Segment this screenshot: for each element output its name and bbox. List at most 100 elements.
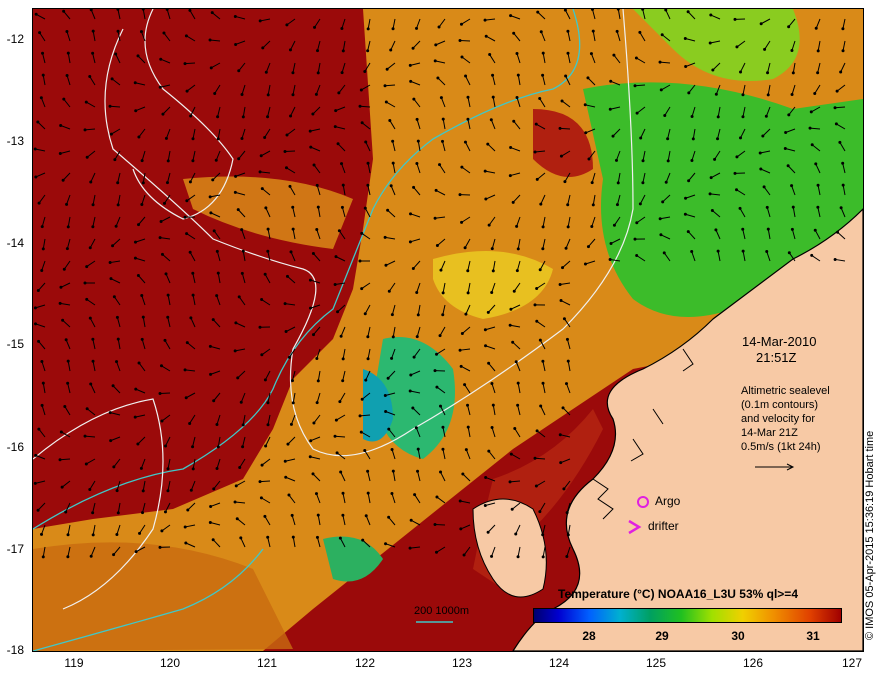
velocity-arrow-head [383,393,387,397]
velocity-arrow-head [616,181,620,185]
velocity-arrow [167,458,171,469]
velocity-arrow-head [490,247,494,251]
velocity-arrow [92,339,96,350]
velocity-arrow-head [813,92,817,96]
velocity-arrow-head [266,227,270,231]
velocity-arrow [135,414,146,418]
velocity-arrow-head [109,277,113,281]
velocity-arrow-head [289,422,293,426]
date-label: 14-Mar-2010 [742,334,817,349]
velocity-arrow-head [66,359,70,363]
velocity-arrow-head [40,359,44,363]
velocity-arrow-head [662,251,666,255]
velocity-arrow-head [535,429,539,433]
velocity-arrow-head [189,114,193,118]
map-frame[interactable] [32,8,864,652]
velocity-arrow-head [713,157,717,161]
velocity-arrow-head [240,228,244,232]
velocity-arrow-head [708,192,712,196]
velocity-arrow-head [285,274,289,278]
velocity-arrow-head [34,453,38,457]
velocity-arrow [163,32,171,42]
velocity-arrow-head [486,310,490,314]
velocity-arrow-head [839,206,843,210]
velocity-arrow-head [411,46,415,50]
velocity-arrow-head [60,485,64,489]
velocity-arrow-head [84,100,88,104]
velocity-arrow [89,317,96,328]
velocity-arrow-head [683,37,687,41]
velocity-arrow [216,458,221,469]
velocity-arrow-head [638,30,642,34]
velocity-arrow-head [790,227,794,231]
velocity-arrow [66,75,71,86]
velocity-arrow-head [490,554,494,558]
velocity-arrow [165,273,171,284]
velocity-arrow-head [512,31,516,35]
velocity-arrow-head [134,550,138,554]
velocity-arrow-head [38,31,42,35]
velocity-arrow-head [233,14,237,18]
info-line: 0.5m/s (1kt 24h) [741,441,821,453]
velocity-arrow-head [166,489,170,493]
velocity-arrow-head [215,467,219,471]
velocity-arrow-head [116,9,120,11]
velocity-arrow-head [308,278,312,282]
velocity-arrow-head [566,533,570,537]
velocity-arrow [111,78,121,86]
velocity-arrow-head [83,434,87,438]
velocity-arrow-head [116,29,120,33]
velocity-arrow [365,141,371,152]
velocity-arrow-head [338,400,342,404]
velocity-arrow-head [810,253,814,257]
velocity-arrow-head [212,487,216,491]
velocity-arrow-head [660,33,664,37]
velocity-arrow-head [509,14,513,18]
velocity-arrow-head [816,71,820,75]
velocity-arrow-head [66,51,70,55]
velocity-arrow-head [539,404,543,408]
velocity-arrow [214,84,221,94]
velocity-arrow [235,40,246,45]
velocity-arrow-head [316,379,320,383]
velocity-arrow-head [89,382,93,386]
velocity-arrow-head [363,312,367,316]
velocity-arrow-head [89,9,93,12]
velocity-arrow-head [487,223,491,227]
velocity-arrow-head [383,84,387,88]
velocity-arrow-head [586,245,590,249]
velocity-arrow-head [436,76,440,80]
velocity-arrow-head [85,297,89,301]
velocity-arrow-head [435,385,439,389]
velocity-arrow-head [562,487,566,491]
velocity-arrow-head [116,511,120,515]
velocity-arrow-head [114,52,118,56]
velocity-arrow-head [308,455,312,459]
velocity-arrow-head [111,244,115,248]
velocity-arrow-head [314,492,318,496]
velocity-arrow-head [591,203,595,207]
velocity-arrow [90,383,96,394]
velocity-arrow [61,480,71,488]
velocity-arrow-head [85,265,89,269]
velocity-arrow-head [340,205,344,209]
velocity-arrow-head [139,466,143,470]
velocity-arrow-head [387,515,391,519]
velocity-arrow-head [260,463,264,467]
velocity-arrow-head [91,359,95,363]
velocity-arrow-head [83,128,87,132]
velocity-arrow-head [311,251,315,255]
velocity-arrow-head [88,488,92,492]
velocity-arrow-head [258,325,262,329]
velocity-arrow-head [411,406,415,410]
velocity-arrow-head [36,508,40,512]
velocity-arrow-head [141,489,145,493]
velocity-arrow-head [558,126,562,130]
velocity-arrow-head [91,511,95,515]
velocity-arrow-head [134,109,138,113]
velocity-arrow-head [416,139,420,143]
velocity-arrow-head [333,283,337,287]
velocity-arrow [35,323,46,328]
velocity-arrow-head [559,299,563,303]
velocity-arrow-head [590,224,594,228]
